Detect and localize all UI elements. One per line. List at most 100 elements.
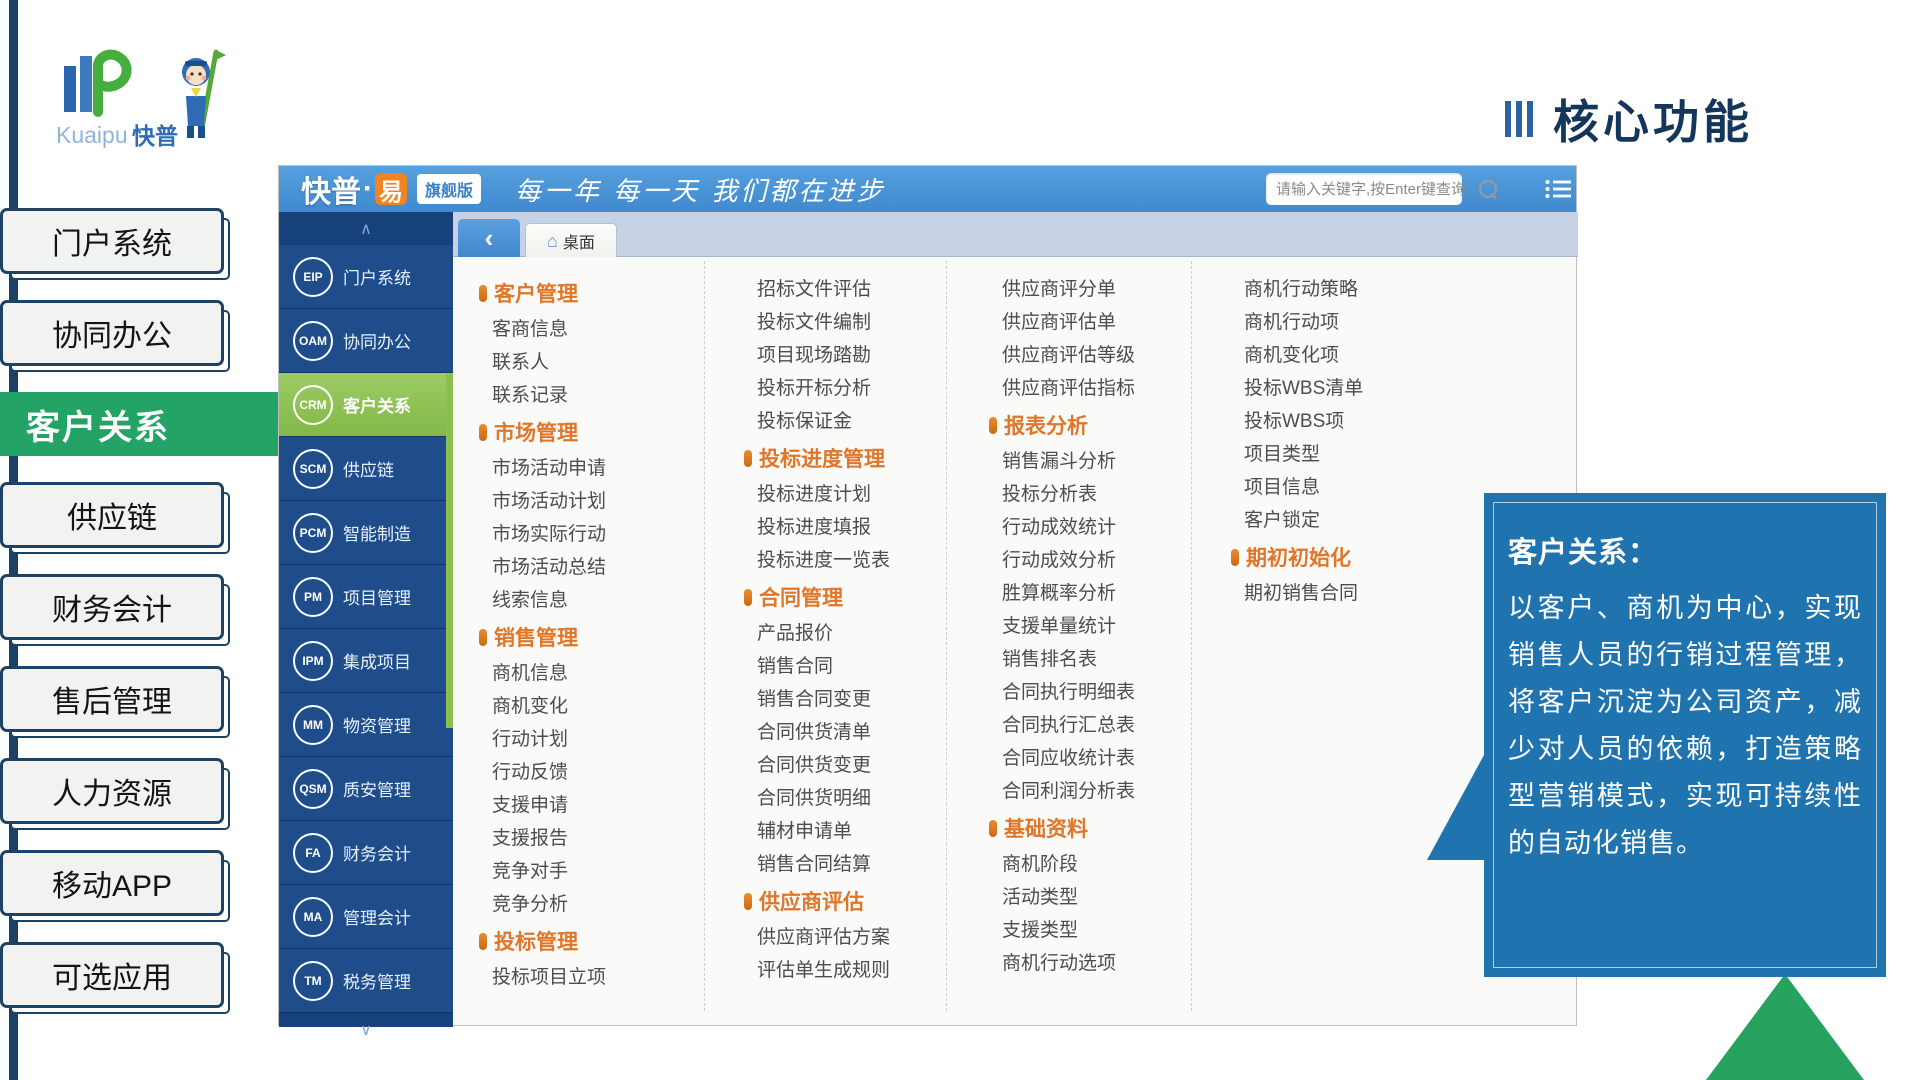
menu-item[interactable]: 市场活动计划	[479, 485, 689, 518]
menu-item[interactable]: 合同供货变更	[744, 749, 954, 782]
sidebar-module-ipm[interactable]: IPM集成项目	[279, 629, 453, 693]
menu-item[interactable]: 销售合同	[744, 650, 954, 683]
menu-item[interactable]: 支援类型	[989, 914, 1199, 947]
menu-category-header[interactable]: 基础资料	[989, 811, 1199, 845]
sidebar-module-eip[interactable]: EIP门户系统	[279, 245, 453, 309]
menu-item[interactable]: 辅材申请单	[744, 815, 954, 848]
menu-item[interactable]: 供应商评估等级	[989, 339, 1199, 372]
menu-item[interactable]: 项目现场踏勘	[744, 339, 954, 372]
menu-category-header[interactable]: 供应商评估	[744, 884, 954, 918]
menu-item[interactable]: 商机变化项	[1231, 339, 1441, 372]
menu-item[interactable]: 销售排名表	[989, 643, 1199, 676]
left-nav-button[interactable]: 客户关系	[0, 392, 278, 456]
sidebar-module-mm[interactable]: MM物资管理	[279, 693, 453, 757]
menu-item[interactable]: 市场活动申请	[479, 452, 689, 485]
menu-item[interactable]: 销售合同变更	[744, 683, 954, 716]
menu-item[interactable]: 供应商评估指标	[989, 372, 1199, 405]
menu-item[interactable]: 招标文件评估	[744, 273, 954, 306]
menu-category-header[interactable]: 投标进度管理	[744, 441, 954, 475]
search-input[interactable]	[1266, 181, 1479, 198]
menu-category-header[interactable]: 报表分析	[989, 408, 1199, 442]
sidebar-scroll-up[interactable]: ∧	[279, 212, 453, 245]
menu-category-header[interactable]: 合同管理	[744, 580, 954, 614]
left-nav-button[interactable]: 移动APP	[0, 850, 224, 916]
menu-item[interactable]: 合同供货清单	[744, 716, 954, 749]
sidebar-module-crm[interactable]: CRM客户关系	[279, 373, 453, 437]
menu-category-header[interactable]: 客户管理	[479, 276, 689, 310]
menu-item[interactable]: 投标分析表	[989, 478, 1199, 511]
menu-category-header[interactable]: 市场管理	[479, 415, 689, 449]
menu-item[interactable]: 行动成效统计	[989, 511, 1199, 544]
back-button[interactable]: ‹	[458, 219, 520, 257]
menu-item[interactable]: 供应商评估方案	[744, 921, 954, 954]
menu-item[interactable]: 行动成效分析	[989, 544, 1199, 577]
menu-item[interactable]: 投标项目立项	[479, 961, 689, 994]
menu-item[interactable]: 合同利润分析表	[989, 775, 1199, 808]
left-nav-button[interactable]: 可选应用	[0, 942, 224, 1008]
sidebar-module-qsm[interactable]: QSM质安管理	[279, 757, 453, 821]
menu-item[interactable]: 投标进度填报	[744, 511, 954, 544]
menu-item[interactable]: 支援报告	[479, 822, 689, 855]
menu-item[interactable]: 评估单生成规则	[744, 954, 954, 987]
menu-item[interactable]: 市场实际行动	[479, 518, 689, 551]
menu-category-header[interactable]: 投标管理	[479, 924, 689, 958]
menu-item[interactable]: 市场活动总结	[479, 551, 689, 584]
tab-desktop[interactable]: ⌂ 桌面	[525, 223, 617, 257]
menu-item[interactable]: 投标WBS项	[1231, 405, 1441, 438]
menu-item[interactable]: 销售合同结算	[744, 848, 954, 881]
menu-item[interactable]: 活动类型	[989, 881, 1199, 914]
menu-item[interactable]: 支援申请	[479, 789, 689, 822]
menu-item[interactable]: 胜算概率分析	[989, 577, 1199, 610]
menu-item[interactable]: 投标开标分析	[744, 372, 954, 405]
menu-item[interactable]: 行动反馈	[479, 756, 689, 789]
menu-item[interactable]: 产品报价	[744, 617, 954, 650]
left-nav-button[interactable]: 门户系统	[0, 208, 224, 274]
menu-item[interactable]: 供应商评估单	[989, 306, 1199, 339]
menu-item[interactable]: 客商信息	[479, 313, 689, 346]
menu-item[interactable]: 投标进度一览表	[744, 544, 954, 577]
menu-item[interactable]: 竞争分析	[479, 888, 689, 921]
menu-item[interactable]: 投标WBS清单	[1231, 372, 1441, 405]
menu-item[interactable]: 投标进度计划	[744, 478, 954, 511]
menu-item[interactable]: 线索信息	[479, 584, 689, 617]
left-nav-button[interactable]: 供应链	[0, 482, 224, 548]
sidebar-scroll-down[interactable]: ∨	[279, 1013, 453, 1046]
menu-item[interactable]: 项目类型	[1231, 438, 1441, 471]
search-icon[interactable]	[1479, 180, 1497, 198]
menu-item[interactable]: 投标保证金	[744, 405, 954, 438]
left-nav-button[interactable]: 协同办公	[0, 300, 224, 366]
menu-item[interactable]: 投标文件编制	[744, 306, 954, 339]
menu-item[interactable]: 合同执行汇总表	[989, 709, 1199, 742]
menu-item[interactable]: 期初销售合同	[1231, 577, 1441, 610]
menu-item[interactable]: 商机阶段	[989, 848, 1199, 881]
sidebar-module-pm[interactable]: PM项目管理	[279, 565, 453, 629]
left-nav-button[interactable]: 人力资源	[0, 758, 224, 824]
menu-item[interactable]: 合同执行明细表	[989, 676, 1199, 709]
left-nav-button[interactable]: 财务会计	[0, 574, 224, 640]
menu-item[interactable]: 商机行动选项	[989, 947, 1199, 980]
menu-item[interactable]: 商机行动项	[1231, 306, 1441, 339]
menu-item[interactable]: 行动计划	[479, 723, 689, 756]
menu-category-header[interactable]: 期初初始化	[1231, 540, 1441, 574]
menu-item[interactable]: 竞争对手	[479, 855, 689, 888]
menu-item[interactable]: 客户锁定	[1231, 504, 1441, 537]
menu-item[interactable]: 供应商评分单	[989, 273, 1199, 306]
menu-category-header[interactable]: 销售管理	[479, 620, 689, 654]
sidebar-module-fa[interactable]: FA财务会计	[279, 821, 453, 885]
left-nav-button[interactable]: 售后管理	[0, 666, 224, 732]
sidebar-module-scm[interactable]: SCM供应链	[279, 437, 453, 501]
sidebar-module-pcm[interactable]: PCM智能制造	[279, 501, 453, 565]
menu-item[interactable]: 商机信息	[479, 657, 689, 690]
menu-item[interactable]: 项目信息	[1231, 471, 1441, 504]
sidebar-module-tm[interactable]: TM税务管理	[279, 949, 453, 1013]
list-menu-icon[interactable]	[1545, 178, 1571, 200]
menu-item[interactable]: 联系记录	[479, 379, 689, 412]
sidebar-module-oam[interactable]: OAM协同办公	[279, 309, 453, 373]
menu-item[interactable]: 支援单量统计	[989, 610, 1199, 643]
menu-item[interactable]: 联系人	[479, 346, 689, 379]
menu-item[interactable]: 合同供货明细	[744, 782, 954, 815]
menu-item[interactable]: 销售漏斗分析	[989, 445, 1199, 478]
menu-item[interactable]: 商机变化	[479, 690, 689, 723]
menu-item[interactable]: 商机行动策略	[1231, 273, 1441, 306]
sidebar-module-ma[interactable]: MA管理会计	[279, 885, 453, 949]
